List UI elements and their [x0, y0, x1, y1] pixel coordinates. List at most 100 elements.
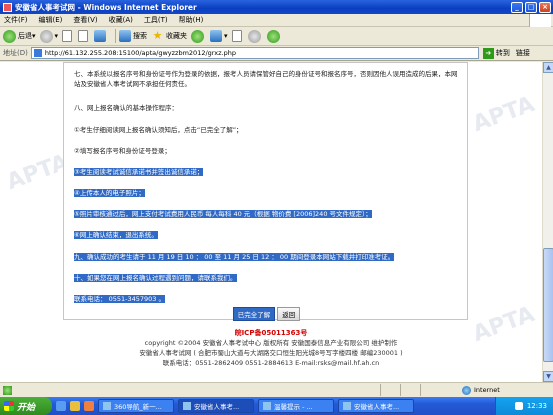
- home-button[interactable]: [94, 30, 108, 42]
- menu-tools[interactable]: 工具(T): [144, 15, 168, 25]
- start-button[interactable]: 开始: [0, 397, 52, 415]
- task-item[interactable]: 360导航_新一...: [98, 399, 174, 413]
- refresh-button[interactable]: [78, 30, 90, 42]
- menu-view[interactable]: 查看(V): [73, 15, 97, 25]
- quicklaunch-folder-icon[interactable]: [70, 401, 80, 411]
- status-bar: Internet: [0, 382, 553, 397]
- go-arrow-icon: ➜: [482, 47, 494, 59]
- step-6: ⑥网上确认结束，退出系统。: [74, 229, 158, 239]
- back-button[interactable]: 后退 ▾: [3, 29, 36, 43]
- history-icon: [191, 29, 205, 43]
- step-3: ③考生阅读考试诚信承诺书并签出诚信承诺；: [74, 166, 204, 176]
- scroll-thumb[interactable]: [543, 248, 553, 362]
- system-tray: 12:33: [495, 397, 553, 415]
- button-row: 已完全了解 返回: [64, 307, 469, 321]
- messenger-icon: [266, 29, 280, 43]
- windows-flag-icon: [4, 401, 14, 411]
- step-4-text: ④上传本人的电子照片；: [74, 189, 145, 197]
- favorites-button[interactable]: ★ 收藏夹: [151, 28, 187, 43]
- task-item[interactable]: 温馨提示 - ...: [258, 399, 334, 413]
- back-link-button[interactable]: 返回: [277, 307, 301, 321]
- menu-edit[interactable]: 编辑(E): [39, 15, 63, 25]
- stop-icon: [62, 30, 73, 42]
- title-bar: 安徽省人事考试网 - Windows Internet Explorer _ □…: [0, 0, 553, 14]
- edit-icon: [247, 29, 261, 43]
- copyright-text: copyright ©2004 安徽省人事考试中心 版权所有 安徽国泰信息产业有…: [144, 339, 398, 347]
- print-button[interactable]: [231, 30, 244, 42]
- stop-button[interactable]: [62, 30, 74, 42]
- notice-item-10-text: 十、如果您在网上报名确认过程遇到问题，请联系我们。: [74, 274, 237, 282]
- go-button[interactable]: ➜ 转到: [482, 47, 510, 59]
- globe-icon: [462, 385, 471, 395]
- notice-item-9: 九、确认成功的考生请于 11 月 19 日 10 ： 00 至 11 月 25 …: [74, 251, 395, 261]
- task-ie-icon: [263, 402, 271, 410]
- home-icon: [94, 30, 107, 42]
- icp-number[interactable]: 皖ICP备05011363号: [0, 328, 542, 338]
- print-icon: [231, 30, 242, 42]
- maximize-button[interactable]: □: [525, 1, 537, 13]
- step-3-text: ③考生阅读考试诚信承诺书并签出诚信承诺；: [74, 168, 204, 176]
- search-button[interactable]: 搜索: [119, 30, 147, 42]
- search-icon: [119, 30, 132, 42]
- toolbar: 后退 ▾ ▾ 搜索 ★ 收藏夹 ▾: [0, 27, 553, 46]
- tray-icon[interactable]: [514, 402, 523, 410]
- step-5: ⑤照片审核通过后，网上支付考试费用人民币 每人每科 40 元（根据 物价费 [2…: [74, 208, 372, 218]
- url-input[interactable]: http://61.132.255.208:15100/apta/gwyzzbm…: [30, 47, 479, 59]
- status-cell: [420, 384, 421, 396]
- quicklaunch-ie-icon[interactable]: [56, 401, 66, 411]
- step-5-text: ⑤照片审核通过后，网上支付考试费用人民币 每人每科 40 元（根据 物价费 [2…: [74, 210, 372, 218]
- page-icon: [33, 49, 42, 57]
- menu-file[interactable]: 文件(F): [4, 15, 28, 25]
- menu-help[interactable]: 帮助(H): [179, 15, 204, 25]
- forward-button[interactable]: ▾: [39, 29, 58, 43]
- clock[interactable]: 12:33: [527, 402, 547, 410]
- menu-favorites[interactable]: 收藏(A): [109, 15, 133, 25]
- forward-arrow-icon: [39, 29, 53, 43]
- notice-item-9-text: 九、确认成功的考生请于 11 月 19 日 10 ： 00 至 11 月 25 …: [74, 253, 395, 261]
- notice-item-7: 七、本系统以报名序号和身份证号作为登录的依据，报考人员请保管好自己的身份证号和报…: [74, 70, 458, 88]
- page-footer: 皖ICP备05011363号 copyright ©2004 安徽省人事考试中心…: [0, 328, 542, 368]
- messenger-button[interactable]: [266, 29, 282, 43]
- window-title: 安徽省人事考试网 - Windows Internet Explorer: [15, 2, 197, 12]
- quicklaunch-media-icon[interactable]: [84, 401, 94, 411]
- security-zone: Internet: [462, 385, 500, 395]
- understood-button[interactable]: 已完全了解: [232, 307, 276, 321]
- url-text: http://61.132.255.208:15100/apta/gwyzzbm…: [44, 49, 236, 57]
- notice-item-10: 十、如果您在网上报名确认过程遇到问题，请联系我们。: [74, 272, 237, 282]
- mail-button[interactable]: ▾: [210, 30, 228, 42]
- contact-text: 联系电话：0551-2862409 0551-2884613 E-mail:rs…: [162, 359, 380, 367]
- task-ie-icon: [103, 402, 111, 410]
- zone-label: Internet: [474, 386, 500, 394]
- taskbar: 开始 360导航_新一... 安徽省人事考... 温馨提示 - ... 安徽省人…: [0, 397, 553, 415]
- notice-item-8: 八、网上报名确认的基本操作程序：: [74, 104, 178, 112]
- links-button[interactable]: 链接: [516, 48, 530, 58]
- star-icon: ★: [152, 28, 163, 42]
- task-ie-icon: [343, 402, 351, 410]
- vertical-scrollbar[interactable]: ▲ ▼: [542, 62, 553, 382]
- menu-bar: 文件(F) 编辑(E) 查看(V) 收藏(A) 工具(T) 帮助(H): [0, 14, 553, 27]
- edit-page-button[interactable]: [247, 29, 263, 43]
- windows-logo-icon: [529, 14, 551, 27]
- toolbar-separator: [115, 29, 117, 43]
- task-item[interactable]: 安徽省人事考...: [178, 399, 254, 413]
- refresh-icon: [78, 30, 89, 42]
- task-item[interactable]: 安徽省人事考...: [338, 399, 414, 413]
- scroll-up-arrow-icon[interactable]: ▲: [543, 62, 553, 73]
- task-ie-icon: [183, 402, 191, 410]
- contact-phone-text: 联系电话： 0551-3457903 。: [74, 295, 165, 303]
- history-button[interactable]: [191, 29, 206, 43]
- contact-phone: 联系电话： 0551-3457903 。: [74, 293, 165, 303]
- watermark-left: APTA: [3, 149, 72, 196]
- step-2: ②填写报名序号和身份证号登录；: [74, 147, 171, 155]
- back-arrow-icon: [3, 29, 16, 43]
- scroll-down-arrow-icon[interactable]: ▼: [543, 371, 553, 382]
- page-done-icon: [3, 385, 12, 395]
- ie-icon: [3, 2, 12, 12]
- minimize-button[interactable]: _: [511, 1, 523, 13]
- status-cell: [400, 384, 401, 396]
- watermark-right-top: APTA: [469, 91, 538, 138]
- notice-panel: 七、本系统以报名序号和身份证号作为登录的依据，报考人员请保管好自己的身份证号和报…: [63, 62, 469, 321]
- close-button[interactable]: ×: [539, 1, 551, 13]
- status-cell: [380, 384, 381, 396]
- page-viewport: APTA APTA APTA 七、本系统以报名序号和身份证号作为登录的依据，报考…: [0, 62, 542, 382]
